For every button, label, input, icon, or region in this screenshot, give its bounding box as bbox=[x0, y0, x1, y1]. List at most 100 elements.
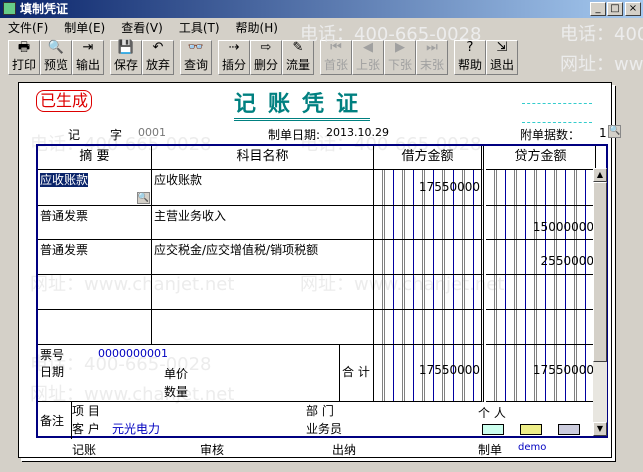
close-button[interactable]: × bbox=[625, 2, 641, 16]
debit-cell[interactable] bbox=[374, 240, 484, 275]
person-label: 个 人 bbox=[478, 406, 506, 420]
total-debit: 17550000 bbox=[374, 345, 484, 402]
account-cell-text: 应收账款 bbox=[154, 173, 203, 187]
debit-cell[interactable]: 17550000 bbox=[374, 170, 484, 206]
header-debit-text: 借方金额 bbox=[401, 149, 454, 164]
summary-cell[interactable] bbox=[38, 275, 152, 310]
window-title: 填制凭证 bbox=[20, 2, 69, 16]
toolbar-button-10[interactable]: ◀ 上张 bbox=[352, 40, 384, 75]
toolbar-button-5[interactable]: 👓 查询 bbox=[180, 40, 212, 75]
toolbar-icon: 💾 bbox=[117, 40, 135, 55]
summary-cell[interactable]: 普通发票 bbox=[38, 206, 152, 240]
toolbar-button-8[interactable]: ✎ 流量 bbox=[282, 40, 314, 75]
audit-label: 审核 bbox=[200, 443, 225, 457]
toolbar-button-6[interactable]: ⇢ 插分 bbox=[218, 40, 250, 75]
app-icon bbox=[3, 2, 16, 15]
account-cell-text: 主营业务收入 bbox=[154, 209, 227, 223]
summary-cell-text: 普通发票 bbox=[40, 209, 89, 223]
account-cell[interactable]: 主营业务收入 bbox=[152, 206, 374, 240]
header-account-text: 科目名称 bbox=[236, 149, 289, 164]
credit-cell[interactable] bbox=[486, 275, 596, 310]
card-icon[interactable] bbox=[520, 424, 542, 435]
edit-icon[interactable] bbox=[558, 424, 580, 435]
toolbar-label: 帮助 bbox=[457, 58, 482, 72]
scroll-down-button[interactable]: ▼ bbox=[593, 422, 607, 436]
debit-cell[interactable] bbox=[374, 206, 484, 240]
account-cell[interactable] bbox=[152, 275, 374, 310]
dept-label: 部 门 bbox=[306, 404, 334, 418]
credit-cell[interactable]: 15000000 bbox=[486, 206, 596, 240]
toolbar-button-3[interactable]: 💾 保存 bbox=[110, 40, 142, 75]
header-summary: 摘 要 bbox=[38, 146, 152, 170]
menu-file[interactable]: 文件(F) bbox=[0, 19, 56, 37]
voucher-type[interactable]: 记 bbox=[68, 126, 80, 143]
credit-amount: 15000000 bbox=[532, 220, 594, 234]
toolbar-button-14[interactable]: ⇲ 退出 bbox=[486, 40, 518, 75]
voucher-number[interactable]: 0001 bbox=[138, 126, 166, 139]
account-cell[interactable] bbox=[152, 310, 374, 345]
summary-cell[interactable] bbox=[38, 310, 152, 345]
account-cell[interactable]: 应收账款 bbox=[152, 170, 374, 206]
toolbar-button-13[interactable]: ? 帮助 bbox=[454, 40, 486, 75]
dashed-line bbox=[522, 103, 592, 104]
toolbar-label: 下张 bbox=[387, 58, 412, 72]
voucher-date[interactable]: 2013.10.29 bbox=[326, 126, 389, 139]
toolbar-label: 查询 bbox=[183, 58, 208, 72]
toolbar-icon: ⏭ bbox=[426, 40, 438, 55]
toolbar-icon: ▶ bbox=[395, 40, 405, 55]
magnifier-icon[interactable]: 🔍 bbox=[136, 192, 150, 204]
date2-label: 日期 bbox=[40, 365, 65, 379]
header-debit: 借方金额 bbox=[374, 146, 484, 170]
menu-bar: 文件(F) 制单(E) 查看(V) 工具(T) 帮助(H) bbox=[0, 19, 643, 37]
toolbar-label: 首张 bbox=[323, 58, 348, 72]
debit-cell[interactable] bbox=[374, 275, 484, 310]
ledger-lines bbox=[374, 275, 481, 309]
credit-cell[interactable] bbox=[486, 170, 596, 206]
ledger-lines bbox=[486, 310, 594, 344]
toolbar-button-12[interactable]: ⏭ 末张 bbox=[416, 40, 448, 75]
toolbar: 🖶 打印 🔍 预览 ⇥ 输出 💾 保存 ↶ 放弃 👓 查询 ⇢ 插分 ⇨ 删分 ✎ 流量 ⏮ 首张 ◀ 上张 ▶ 下张 ⏭ 末张?… bbox=[8, 40, 518, 76]
toolbar-button-2[interactable]: ⇥ 输出 bbox=[72, 40, 104, 75]
credit-cell[interactable]: 2550000 bbox=[486, 240, 596, 275]
account-cell[interactable]: 应交税金/应交增值税/销项税额 bbox=[152, 240, 374, 275]
toolbar-button-11[interactable]: ▶ 下张 bbox=[384, 40, 416, 75]
toolbar-label: 插分 bbox=[221, 58, 246, 72]
toolbar-label: 退出 bbox=[489, 58, 514, 72]
vertical-scrollbar[interactable]: ▲ ▼ bbox=[593, 168, 607, 436]
menu-help[interactable]: 帮助(H) bbox=[228, 19, 286, 37]
debit-cell[interactable] bbox=[374, 310, 484, 345]
toolbar-button-9[interactable]: ⏮ 首张 bbox=[320, 40, 352, 75]
date-label: 制单日期: bbox=[268, 128, 321, 142]
title-bar: 填制凭证 bbox=[0, 0, 643, 18]
toolbar-button-7[interactable]: ⇨ 删分 bbox=[250, 40, 282, 75]
menu-tools[interactable]: 工具(T) bbox=[171, 19, 228, 37]
total-credit: 17550000 bbox=[486, 345, 596, 402]
header-summary-text: 摘 要 bbox=[79, 149, 110, 164]
ledger-lines bbox=[486, 170, 594, 205]
minimize-button[interactable]: _ bbox=[590, 2, 606, 16]
toolbar-button-0[interactable]: 🖶 打印 bbox=[8, 40, 40, 75]
toolbar-icon: ◀ bbox=[363, 40, 373, 55]
menu-view[interactable]: 查看(V) bbox=[113, 19, 171, 37]
toolbar-button-4[interactable]: ↶ 放弃 bbox=[142, 40, 174, 75]
magnifier-icon[interactable]: 🔍 bbox=[608, 125, 621, 138]
maker-name: demo bbox=[518, 442, 547, 453]
scroll-up-button[interactable]: ▲ bbox=[593, 168, 607, 182]
scroll-thumb[interactable] bbox=[593, 182, 607, 362]
attach-count[interactable]: 1 bbox=[599, 126, 607, 140]
toolbar-button-1[interactable]: 🔍 预览 bbox=[40, 40, 72, 75]
toolbar-icon: ⇲ bbox=[496, 40, 508, 55]
attach-label: 附单据数： bbox=[520, 128, 581, 142]
summary-cell[interactable]: 应收账款 🔍 bbox=[38, 170, 152, 206]
voucher-type-suffix: 字 bbox=[110, 128, 123, 142]
maximize-button[interactable]: □ bbox=[607, 2, 623, 16]
credit-cell[interactable] bbox=[486, 310, 596, 345]
salesman-label: 业务员 bbox=[306, 422, 343, 436]
toolbar-label: 预览 bbox=[43, 58, 68, 72]
summary-cell[interactable]: 普通发票 bbox=[38, 240, 152, 275]
toolbar-icon: 🖶 bbox=[17, 40, 31, 55]
ticket-number: 0000000001 bbox=[98, 347, 168, 360]
list-icon[interactable] bbox=[482, 424, 504, 435]
menu-edit[interactable]: 制单(E) bbox=[56, 19, 113, 37]
customer-value[interactable]: 元光电力 bbox=[112, 420, 160, 437]
